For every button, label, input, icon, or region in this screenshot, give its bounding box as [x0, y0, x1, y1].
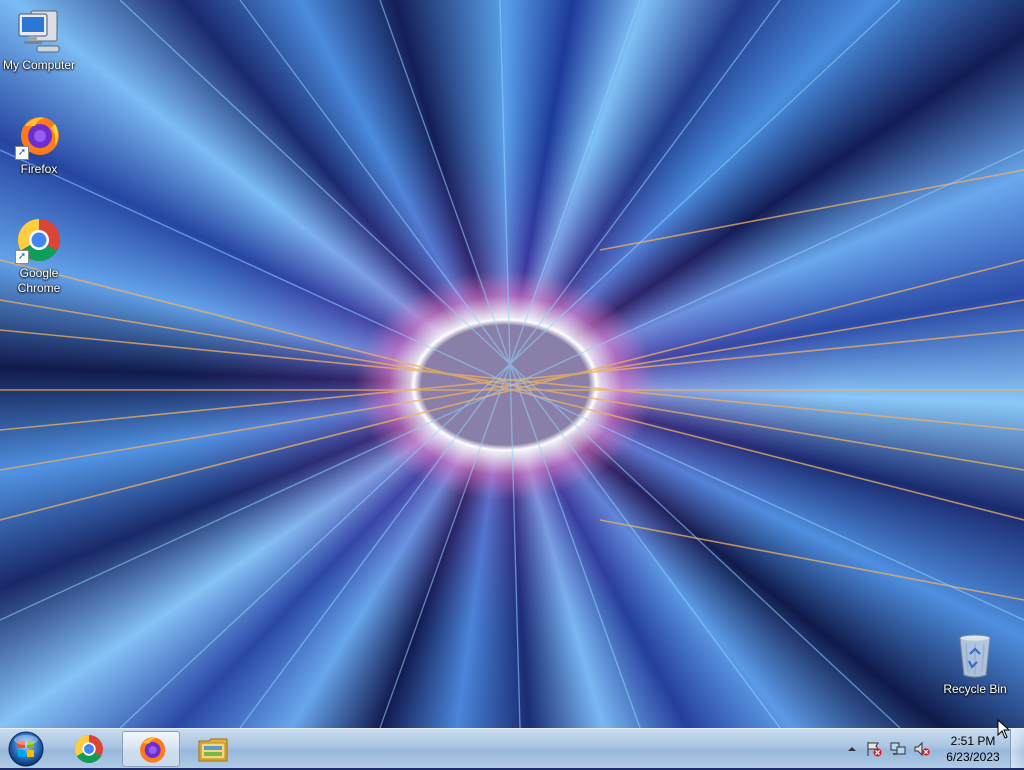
firefox-icon: [140, 737, 166, 763]
mouse-cursor-icon: [997, 719, 1011, 739]
chrome-icon: [74, 735, 103, 764]
desktop-icon-recycle-bin[interactable]: Recycle Bin: [936, 632, 1014, 697]
start-button[interactable]: [6, 730, 46, 767]
desktop-icon-label: Recycle Bin: [943, 682, 1007, 696]
shortcut-arrow-icon: ➚: [15, 146, 29, 160]
action-center-flag-icon[interactable]: [866, 741, 882, 757]
taskbar-firefox-button[interactable]: [122, 731, 180, 767]
desktop-icon-firefox[interactable]: ➚ Firefox: [0, 112, 78, 177]
firefox-icon: ➚: [15, 112, 63, 160]
shortcut-arrow-icon: ➚: [15, 250, 29, 264]
taskbar-chrome-button[interactable]: [60, 731, 118, 767]
taskbar-file-explorer-button[interactable]: [184, 731, 242, 767]
clock-date: 6/23/2023: [946, 750, 1000, 764]
desktop-wallpaper: [0, 0, 1024, 728]
volume-muted-icon[interactable]: [914, 741, 930, 757]
show-hidden-icons-chevron-icon[interactable]: [844, 741, 860, 757]
start-orb-icon: [8, 731, 44, 767]
desktop-icon-my-computer[interactable]: My Computer: [0, 8, 78, 73]
network-icon[interactable]: [890, 741, 906, 757]
show-desktop-button[interactable]: [1010, 729, 1024, 768]
desktop-icon-label: My Computer: [2, 58, 76, 72]
desktop-icon-google-chrome[interactable]: ➚ Google Chrome: [0, 216, 78, 296]
file-explorer-icon: [198, 738, 228, 762]
desktop-icon-label: Firefox: [20, 162, 58, 176]
chrome-icon: ➚: [15, 216, 63, 264]
taskbar: 2:51 PM 6/23/2023: [0, 728, 1024, 768]
wallpaper-lines: [0, 0, 1024, 728]
computer-icon: [15, 8, 63, 56]
recycle-bin-icon: [951, 632, 999, 680]
desktop-icon-label: Google Chrome: [17, 266, 61, 295]
